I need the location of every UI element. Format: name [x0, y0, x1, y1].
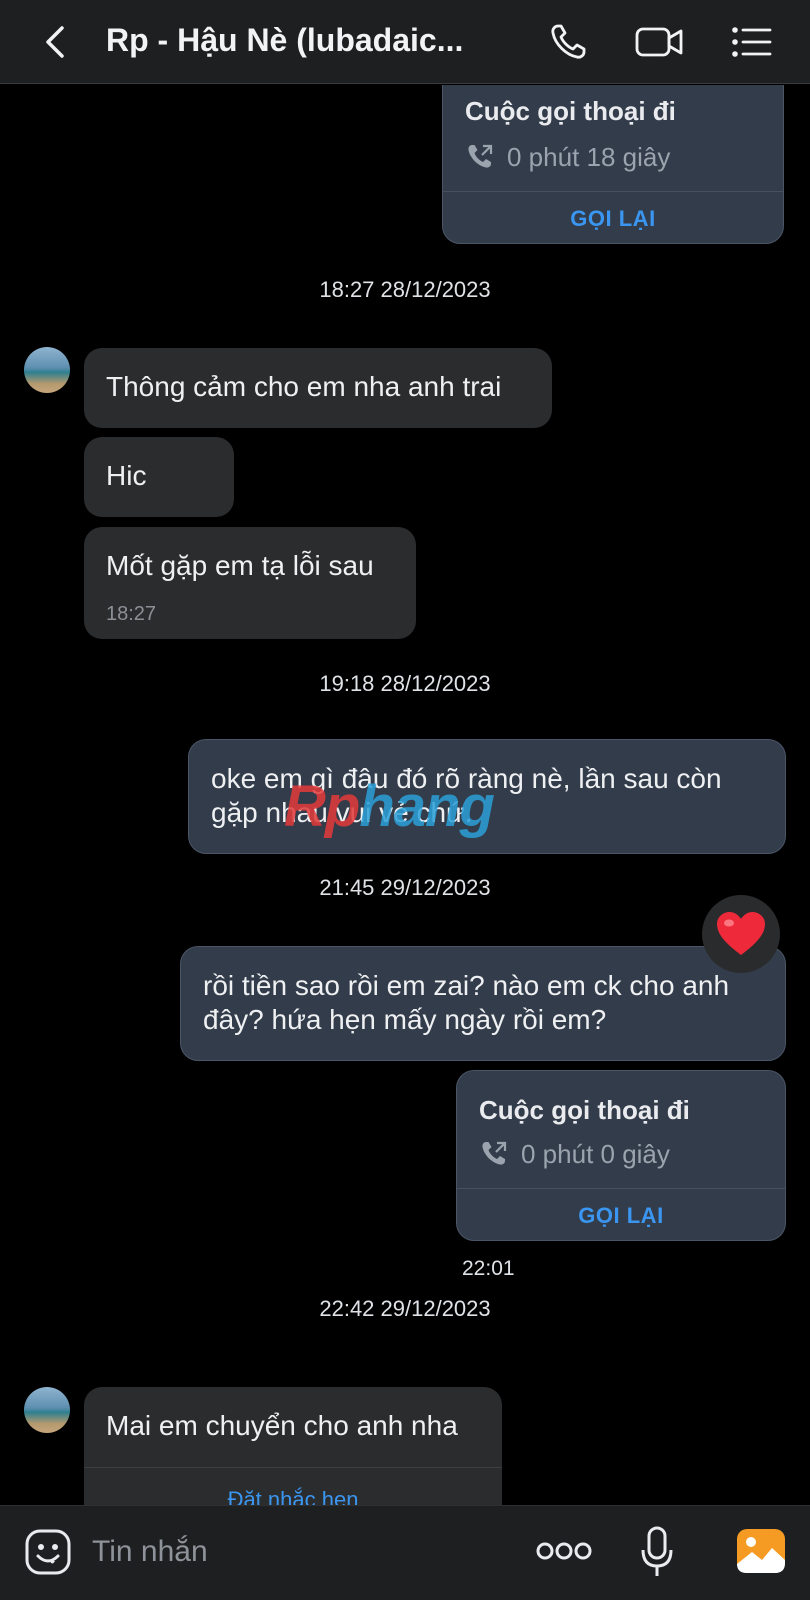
divider — [457, 1188, 785, 1189]
message-bubble-incoming[interactable]: Mốt gặp em tạ lỗi sau 18:27 — [84, 527, 416, 639]
image-icon[interactable] — [736, 1528, 786, 1574]
emoji-icon[interactable] — [24, 1528, 72, 1576]
call-back-button[interactable]: GỌI LẠI — [457, 1203, 785, 1229]
heart-reaction[interactable] — [702, 895, 780, 973]
message-text: Mốt gặp em tạ lỗi sau — [106, 550, 374, 581]
message-bubble-outgoing[interactable]: oke em gì đâu đó rõ ràng nè, lần sau còn… — [188, 739, 786, 854]
composer-bar — [0, 1505, 810, 1600]
call-duration: 0 phút 0 giây — [521, 1139, 670, 1169]
avatar[interactable] — [24, 347, 70, 393]
timestamp-divider: 19:18 28/12/2023 — [319, 671, 491, 696]
back-icon[interactable] — [38, 24, 74, 60]
divider — [84, 1467, 502, 1468]
message-bubble-incoming[interactable]: Hic — [84, 437, 234, 517]
message-text: rồi tiền sao rồi em zai? nào em ck cho a… — [203, 970, 737, 1035]
message-text: Thông cảm cho em nha anh trai — [106, 371, 502, 402]
phone-icon[interactable] — [548, 22, 592, 62]
heart-icon — [717, 912, 765, 955]
call-title: Cuộc gọi thoại đi — [465, 96, 676, 126]
message-bubble-incoming[interactable]: Thông cảm cho em nha anh trai — [84, 348, 552, 428]
call-title: Cuộc gọi thoại đi — [479, 1095, 690, 1125]
message-input[interactable] — [92, 1530, 492, 1574]
message-text: Hic — [106, 460, 147, 491]
call-card[interactable]: Cuộc gọi thoại đi 0 phút 0 giây GỌI LẠI — [456, 1070, 786, 1241]
more-dots-icon[interactable] — [536, 1536, 592, 1566]
timestamp-divider: 22:42 29/12/2023 — [319, 1296, 491, 1321]
message-text: oke em gì đâu đó rõ ràng nè, lần sau còn… — [211, 763, 730, 828]
conversation-title[interactable]: Rp - Hậu Nè (lubadaic... — [106, 22, 496, 59]
message-bubble-incoming[interactable]: Mai em chuyển cho anh nha Đặt nhắc hẹn — [84, 1387, 502, 1505]
call-back-button[interactable]: GỌI LẠI — [443, 206, 783, 232]
message-text: Mai em chuyển cho anh nha — [106, 1410, 458, 1441]
timestamp-divider: 18:27 28/12/2023 — [319, 277, 491, 302]
set-reminder-link[interactable]: Đặt nhắc hẹn — [84, 1483, 502, 1505]
avatar[interactable] — [24, 1387, 70, 1433]
chat-header: Rp - Hậu Nè (lubadaic... — [0, 0, 810, 84]
outgoing-call-icon — [482, 1141, 507, 1165]
message-time: 18:27 — [106, 603, 157, 625]
outgoing-call-icon — [468, 144, 493, 168]
message-time: 22:01 — [462, 1257, 515, 1280]
message-list[interactable]: Cuộc gọi thoại đi 0 phút 18 giây GỌI LẠI… — [0, 85, 810, 1505]
call-duration: 0 phút 18 giây — [507, 142, 671, 172]
call-card[interactable]: Cuộc gọi thoại đi 0 phút 18 giây GỌI LẠI — [442, 85, 784, 244]
divider — [443, 191, 783, 192]
message-bubble-outgoing[interactable]: rồi tiền sao rồi em zai? nào em ck cho a… — [180, 946, 786, 1061]
list-menu-icon[interactable] — [730, 22, 774, 62]
video-camera-icon[interactable] — [634, 22, 686, 62]
timestamp-divider: 21:45 29/12/2023 — [319, 875, 491, 900]
microphone-icon[interactable] — [640, 1526, 674, 1578]
